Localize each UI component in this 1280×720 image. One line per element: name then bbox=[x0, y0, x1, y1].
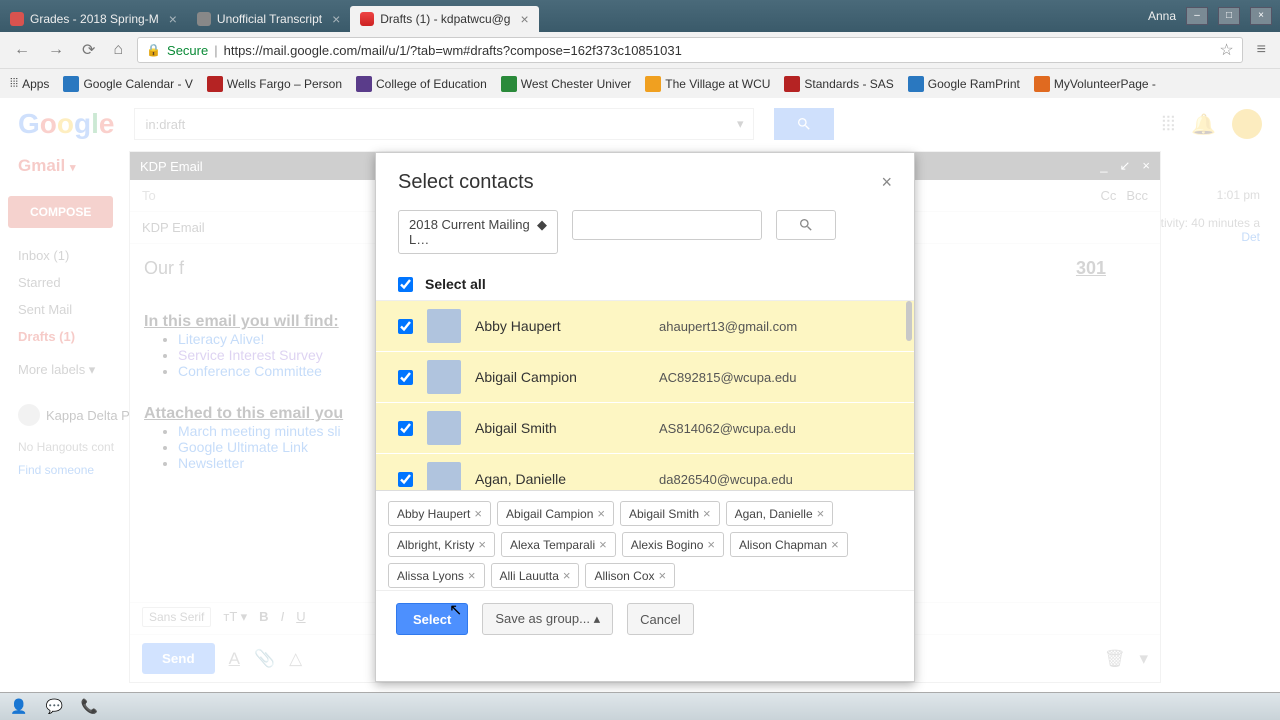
contact-group-select[interactable]: 2018 Current Mailing L…◆ bbox=[398, 210, 558, 254]
browser-tab[interactable]: Unofficial Transcript× bbox=[187, 6, 350, 32]
url-text: https://mail.google.com/mail/u/1/?tab=wm… bbox=[224, 43, 682, 58]
window-minimize-button[interactable]: – bbox=[1186, 7, 1208, 25]
contact-checkbox[interactable] bbox=[398, 421, 413, 436]
contact-chip[interactable]: Abigail Campion× bbox=[497, 501, 614, 526]
avatar-icon bbox=[427, 360, 461, 394]
contact-chip[interactable]: Alissa Lyons× bbox=[388, 563, 485, 588]
person-icon[interactable]: 👤 bbox=[10, 698, 27, 715]
bookmark-bar: ⦙⦙⦙ Apps Google Calendar - V Wells Fargo… bbox=[0, 68, 1280, 98]
avatar-icon bbox=[427, 462, 461, 490]
contact-row[interactable]: Agan, Danielleda826540@wcupa.edu bbox=[376, 454, 914, 490]
contact-search-button[interactable] bbox=[776, 210, 836, 240]
nav-forward-icon[interactable]: → bbox=[44, 41, 68, 59]
contact-chip[interactable]: Alexis Bogino× bbox=[622, 532, 724, 557]
bookmark-item[interactable]: College of Education bbox=[356, 76, 487, 92]
browser-menu-icon[interactable]: ≡ bbox=[1253, 41, 1270, 59]
contact-list[interactable]: Abby Haupertahaupert13@gmail.com Abigail… bbox=[376, 300, 914, 490]
nav-home-icon[interactable]: ⌂ bbox=[109, 41, 127, 59]
phone-icon[interactable]: 📞 bbox=[81, 698, 98, 715]
select-button[interactable]: Select bbox=[396, 603, 468, 635]
browser-tab-active[interactable]: Drafts (1) - kdpatwcu@g× bbox=[350, 6, 538, 32]
window-username: Anna bbox=[1148, 9, 1176, 23]
chip-remove-icon[interactable]: × bbox=[707, 537, 715, 552]
bookmark-item[interactable]: MyVolunteerPage - bbox=[1034, 76, 1156, 92]
window-close-button[interactable]: × bbox=[1250, 7, 1272, 25]
scrollbar-thumb[interactable] bbox=[906, 301, 912, 341]
contact-search-input[interactable] bbox=[572, 210, 762, 240]
contact-row[interactable]: Abigail SmithAS814062@wcupa.edu bbox=[376, 403, 914, 454]
bookmark-item[interactable]: Wells Fargo – Person bbox=[207, 76, 342, 92]
select-all-label: Select all bbox=[425, 276, 486, 292]
tab-close-icon[interactable]: × bbox=[169, 11, 177, 27]
avatar-icon bbox=[427, 309, 461, 343]
nav-back-icon[interactable]: ← bbox=[10, 41, 34, 59]
address-bar: ← → ⟳ ⌂ 🔒 Secure | https://mail.google.c… bbox=[0, 32, 1280, 68]
contact-chip[interactable]: Abigail Smith× bbox=[620, 501, 720, 526]
modal-close-icon[interactable]: × bbox=[881, 172, 892, 193]
contact-chip[interactable]: Abby Haupert× bbox=[388, 501, 491, 526]
bookmark-item[interactable]: Google RamPrint bbox=[908, 76, 1020, 92]
contact-checkbox[interactable] bbox=[398, 370, 413, 385]
url-input[interactable]: 🔒 Secure | https://mail.google.com/mail/… bbox=[137, 37, 1243, 63]
lock-icon: 🔒 bbox=[146, 43, 161, 57]
contact-chip[interactable]: Alli Lauutta× bbox=[491, 563, 580, 588]
chip-remove-icon[interactable]: × bbox=[817, 506, 825, 521]
bookmark-item[interactable]: Google Calendar - V bbox=[63, 76, 192, 92]
tab-close-icon[interactable]: × bbox=[520, 11, 528, 27]
bookmark-star-icon[interactable]: ☆ bbox=[1219, 40, 1233, 60]
contact-chip[interactable]: Agan, Danielle× bbox=[726, 501, 834, 526]
chip-remove-icon[interactable]: × bbox=[703, 506, 711, 521]
chip-remove-icon[interactable]: × bbox=[597, 506, 605, 521]
chip-remove-icon[interactable]: × bbox=[659, 568, 667, 583]
hangouts-icon[interactable]: 💬 bbox=[45, 698, 62, 715]
apps-button[interactable]: ⦙⦙⦙ Apps bbox=[10, 76, 49, 91]
contact-chip[interactable]: Alison Chapman× bbox=[730, 532, 848, 557]
contact-chip[interactable]: Allison Cox× bbox=[585, 563, 675, 588]
modal-title: Select contacts bbox=[398, 171, 534, 194]
chip-remove-icon[interactable]: × bbox=[563, 568, 571, 583]
contact-checkbox[interactable] bbox=[398, 319, 413, 334]
chip-remove-icon[interactable]: × bbox=[474, 506, 482, 521]
contact-chip[interactable]: Albright, Kristy× bbox=[388, 532, 495, 557]
contact-checkbox[interactable] bbox=[398, 472, 413, 487]
avatar-icon bbox=[427, 411, 461, 445]
contact-chip[interactable]: Alexa Temparali× bbox=[501, 532, 616, 557]
chip-remove-icon[interactable]: × bbox=[831, 537, 839, 552]
browser-tab[interactable]: Grades - 2018 Spring-M× bbox=[0, 6, 187, 32]
window-maximize-button[interactable]: □ bbox=[1218, 7, 1240, 25]
selected-chips: Abby Haupert×Abigail Campion×Abigail Smi… bbox=[376, 490, 914, 590]
chip-remove-icon[interactable]: × bbox=[599, 537, 607, 552]
select-contacts-modal: Select contacts × 2018 Current Mailing L… bbox=[375, 152, 915, 682]
bookmark-item[interactable]: West Chester Univer bbox=[501, 76, 631, 92]
bookmark-item[interactable]: The Village at WCU bbox=[645, 76, 770, 92]
chip-remove-icon[interactable]: × bbox=[468, 568, 476, 583]
hangouts-footer: 👤 💬 📞 bbox=[0, 692, 1280, 720]
chip-remove-icon[interactable]: × bbox=[478, 537, 486, 552]
bookmark-item[interactable]: Standards - SAS bbox=[784, 76, 893, 92]
cancel-button[interactable]: Cancel bbox=[627, 603, 693, 635]
gmail-page: Google in:draft▾ ⦙⦙⦙ 🔔 Gmail ▾ COMPOSE I… bbox=[0, 98, 1280, 692]
tab-close-icon[interactable]: × bbox=[332, 11, 340, 27]
select-all-checkbox[interactable] bbox=[398, 277, 413, 292]
browser-titlebar: Grades - 2018 Spring-M× Unofficial Trans… bbox=[0, 0, 1280, 32]
contact-row[interactable]: Abigail CampionAC892815@wcupa.edu bbox=[376, 352, 914, 403]
nav-reload-icon[interactable]: ⟳ bbox=[78, 40, 99, 60]
save-as-group-button[interactable]: Save as group... ▴ bbox=[482, 603, 613, 635]
secure-label: Secure bbox=[167, 43, 208, 58]
contact-row[interactable]: Abby Haupertahaupert13@gmail.com bbox=[376, 301, 914, 352]
